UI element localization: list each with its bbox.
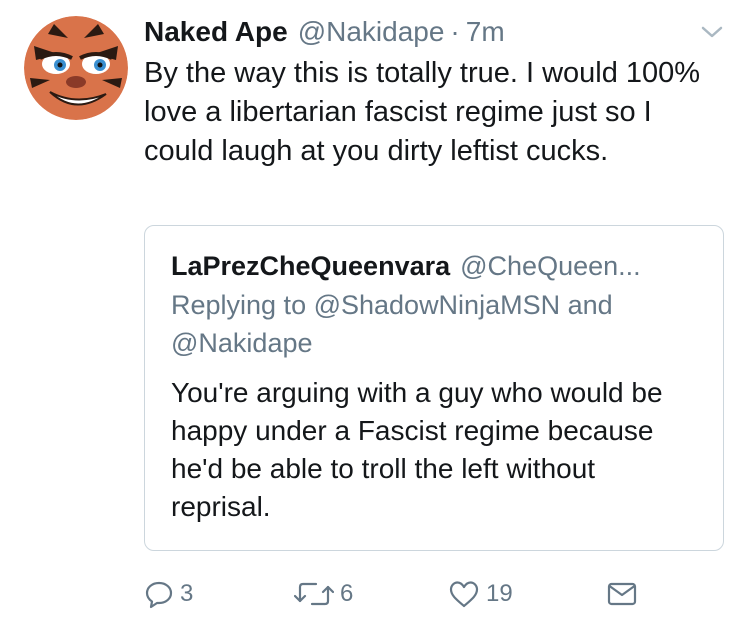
action-bar: 3 6 19	[144, 574, 744, 614]
tweet-header: Naked Ape @Nakidape · 7m	[144, 12, 505, 52]
tweet-text: By the way this is totally true. I would…	[144, 57, 701, 167]
tweet-menu-button[interactable]	[700, 24, 724, 40]
reply-button[interactable]: 3	[144, 574, 193, 614]
heart-icon	[449, 581, 479, 608]
user-handle[interactable]: @Nakidape	[298, 16, 445, 48]
quoted-display-name: LaPrezCheQueenvara	[171, 251, 451, 281]
quoted-user-handle: @CheQueen...	[460, 251, 641, 281]
retweet-icon	[294, 582, 334, 606]
reply-count: 3	[180, 580, 194, 607]
avatar[interactable]	[24, 16, 128, 120]
timestamp[interactable]: 7m	[466, 16, 505, 48]
quoted-tweet-header: LaPrezCheQueenvara @CheQueen...	[171, 247, 699, 285]
tiger-face-icon	[24, 16, 128, 120]
like-count: 19	[486, 580, 513, 607]
direct-message-button[interactable]	[606, 574, 638, 614]
replying-to: Replying to @ShadowNinjaMSN and @Nakidap…	[171, 290, 613, 358]
like-button[interactable]: 19	[448, 574, 513, 614]
retweet-button[interactable]: 6	[294, 574, 353, 614]
chevron-down-icon	[701, 26, 723, 38]
separator-dot: ·	[450, 16, 460, 47]
retweet-count: 6	[340, 580, 354, 607]
quoted-tweet[interactable]: LaPrezCheQueenvara @CheQueen... Replying …	[144, 225, 724, 551]
envelope-icon	[607, 582, 637, 606]
reply-icon	[145, 581, 173, 609]
quoted-tweet-text: You're arguing with a guy who would be h…	[171, 377, 663, 522]
display-name[interactable]: Naked Ape	[144, 16, 288, 48]
